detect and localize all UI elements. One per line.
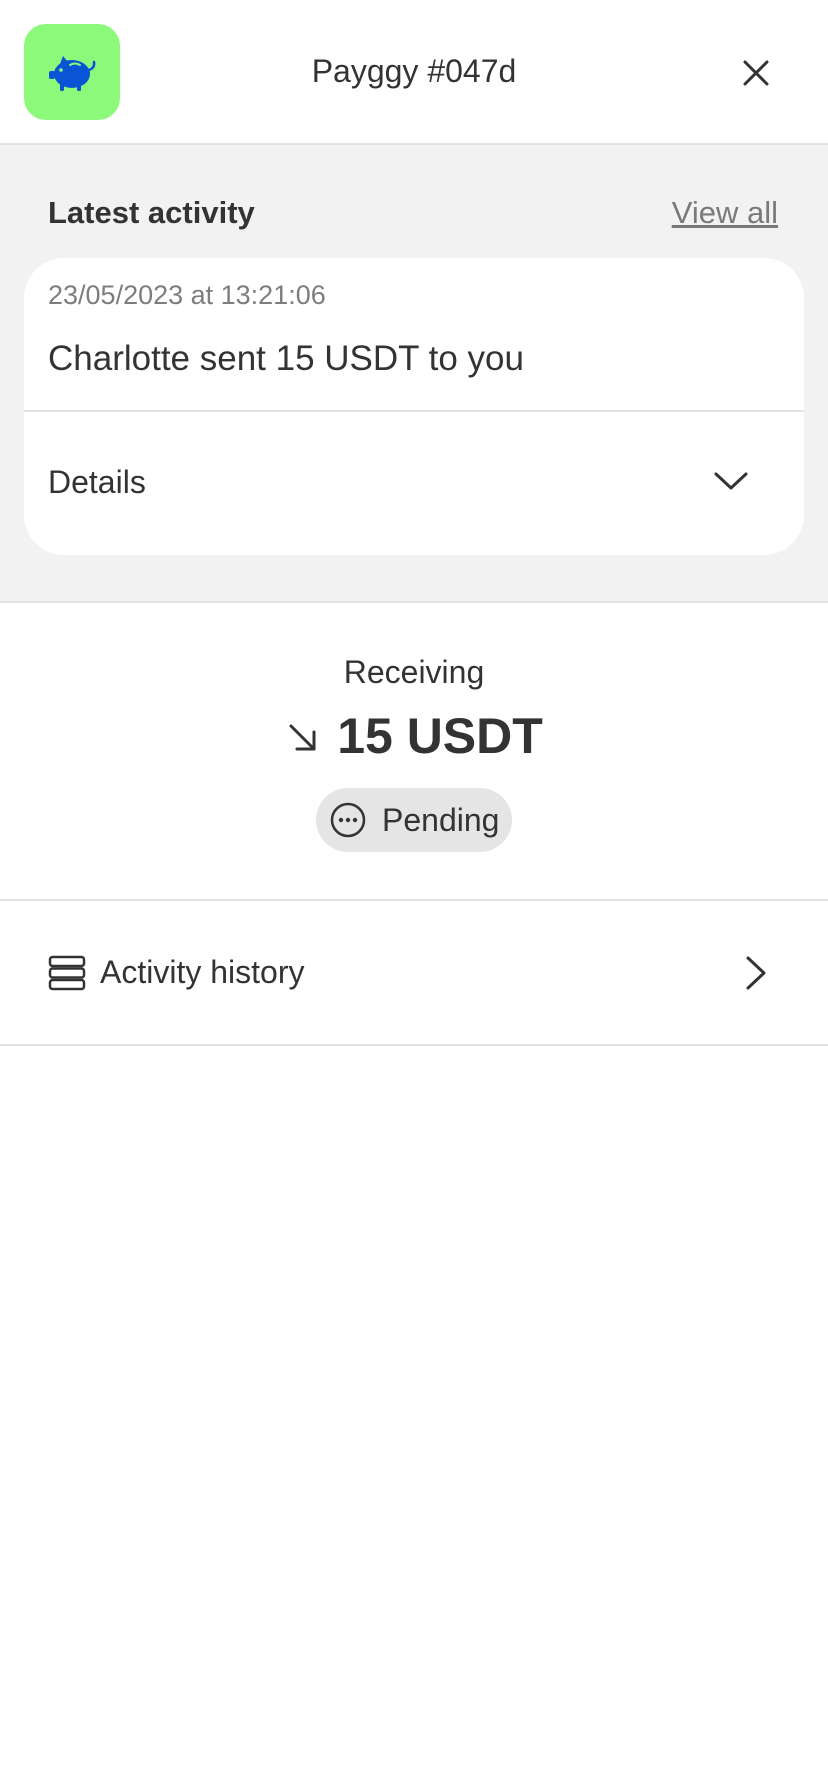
status-badge: Pending [316,788,512,852]
details-toggle[interactable]: Details [24,412,804,555]
status-label: Pending [382,801,500,838]
activity-history-row[interactable]: Activity history [0,901,828,1046]
activity-message: Charlotte sent 15 USDT to you [48,339,524,378]
activity-history-label: Activity history [100,954,305,990]
amount-value: 15 USDT [337,708,543,764]
list-stack-icon [48,955,86,991]
close-button[interactable] [733,50,779,96]
chevron-right-icon [746,956,766,990]
activity-card: 23/05/2023 at 13:21:06 Charlotte sent 15… [24,258,804,555]
close-icon [743,60,769,86]
latest-activity-section: Latest activity View all 23/05/2023 at 1… [0,145,828,603]
view-all-link[interactable]: View all [672,195,778,231]
direction-label: Receiving [343,654,485,690]
chevron-down-icon [714,472,748,490]
latest-activity-title: Latest activity [48,195,255,230]
amount-row: 15 USDT [0,706,828,766]
ellipsis-circle-icon [330,802,366,838]
page-title: Payggy #047d [311,53,517,89]
details-label: Details [48,464,146,500]
header: Payggy #047d [0,0,828,145]
transaction-summary: Receiving 15 USDT Pending [0,605,828,901]
activity-timestamp: 23/05/2023 at 13:21:06 [48,280,326,310]
arrow-down-right-icon [289,724,316,751]
